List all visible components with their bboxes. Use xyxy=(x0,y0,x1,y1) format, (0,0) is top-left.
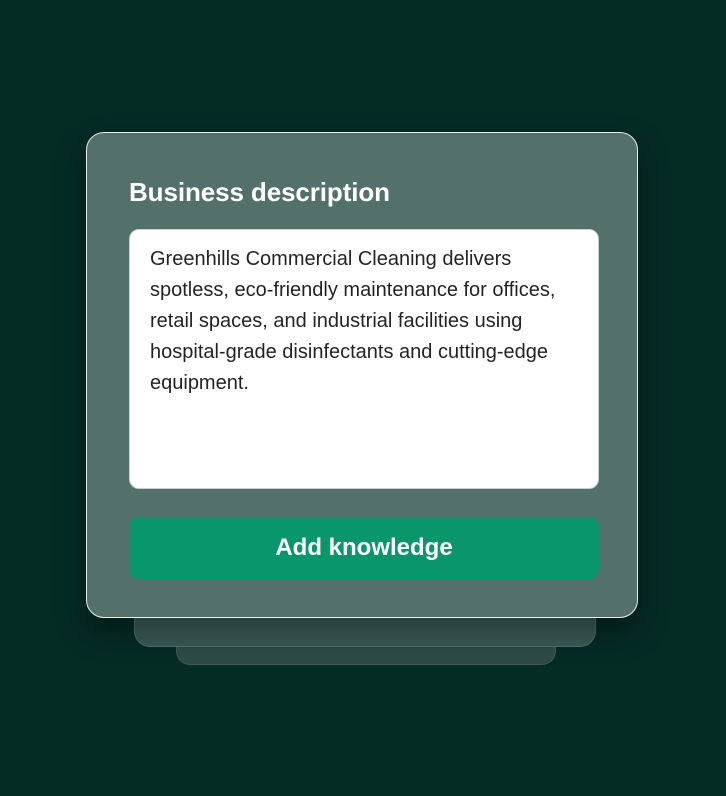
card-title: Business description xyxy=(129,177,390,207)
business-description-card: Business description Greenhills Commerci… xyxy=(86,132,638,618)
business-description-textarea[interactable]: Greenhills Commercial Cleaning delivers … xyxy=(129,229,599,489)
add-knowledge-button[interactable]: Add knowledge xyxy=(129,517,599,579)
